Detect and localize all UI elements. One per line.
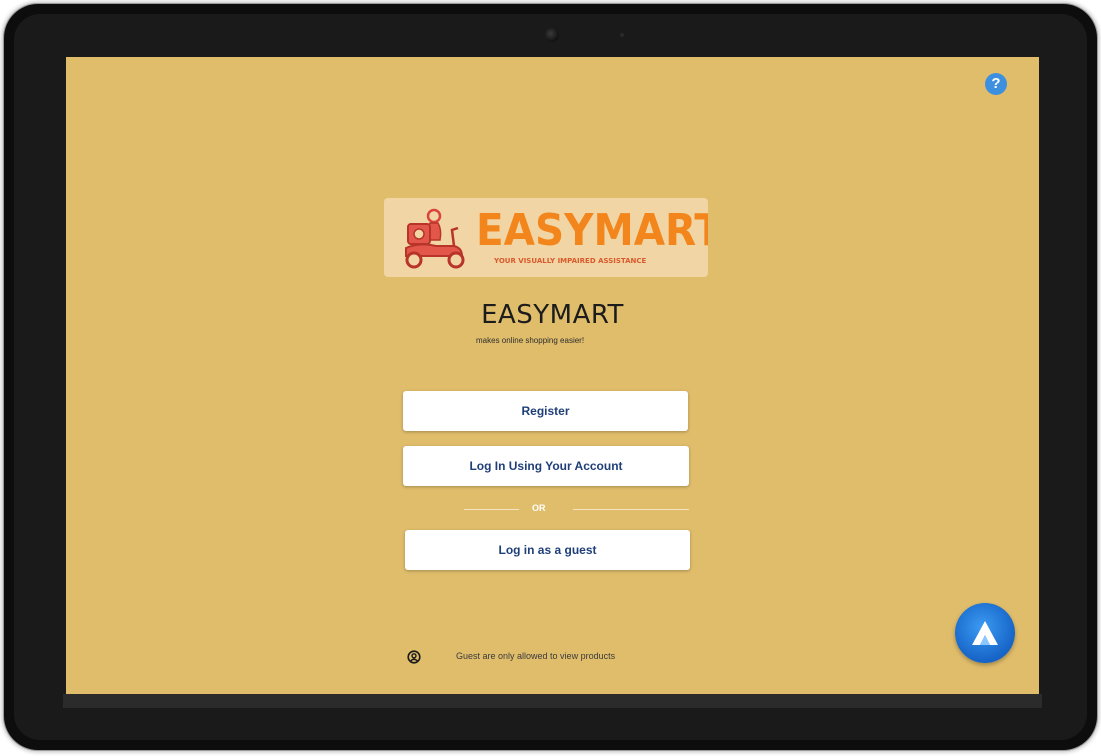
front-camera bbox=[545, 28, 559, 42]
assistant-a-icon bbox=[972, 621, 998, 645]
login-account-button[interactable]: Log In Using Your Account bbox=[403, 446, 689, 486]
logo-tagline: YOUR VISUALLY IMPAIRED ASSISTANCE bbox=[494, 257, 647, 265]
question-icon: ? bbox=[991, 75, 1001, 92]
screen-bottom-edge bbox=[63, 694, 1042, 708]
help-button[interactable]: ? bbox=[985, 73, 1007, 95]
guest-note: Guest are only allowed to view products bbox=[456, 651, 616, 661]
logo-wordmark: EASYMART bbox=[476, 205, 708, 256]
app-title: EASYMART bbox=[481, 300, 624, 330]
app-subtitle: makes online shopping easier! bbox=[476, 336, 585, 345]
or-divider-label: OR bbox=[532, 503, 546, 513]
guest-login-button[interactable]: Log in as a guest bbox=[405, 530, 690, 570]
assistant-fab-button[interactable] bbox=[955, 603, 1015, 663]
light-sensor bbox=[620, 33, 624, 37]
app-screen: ? EASYMART YOUR VISUALLY IMPAIRED ASSIST… bbox=[66, 57, 1039, 694]
logo-banner: EASYMART YOUR VISUALLY IMPAIRED ASSISTAN… bbox=[384, 198, 708, 277]
delivery-scooter-icon bbox=[405, 208, 465, 269]
divider-line-right bbox=[573, 509, 689, 510]
register-button[interactable]: Register bbox=[403, 391, 688, 431]
divider-line-left bbox=[464, 509, 519, 510]
user-circle-icon bbox=[407, 650, 421, 664]
